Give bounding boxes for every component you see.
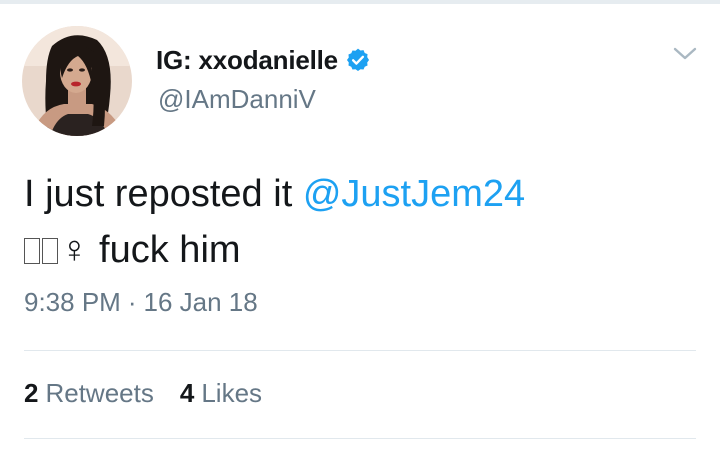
tweet-text-prefix: I just reposted it xyxy=(24,173,303,215)
avatar[interactable] xyxy=(22,26,132,136)
female-sign-emoji: ♀ xyxy=(60,229,89,271)
divider-bottom xyxy=(24,438,696,439)
display-name-row[interactable]: IG: xxodanielle xyxy=(156,42,371,78)
tweet-stats: 2 Retweets 4 Likes xyxy=(24,378,288,409)
mention-link[interactable]: @JustJem24 xyxy=(303,173,525,215)
user-handle[interactable]: @IAmDanniV xyxy=(158,84,316,115)
timestamp-separator: · xyxy=(127,287,137,317)
tweet-date: 16 Jan 18 xyxy=(143,287,258,317)
likes-count: 4 xyxy=(179,378,195,408)
retweets-stat[interactable]: 2 Retweets xyxy=(24,378,154,409)
tweet-text: I just reposted it @JustJem24 ♀ fuck him xyxy=(24,166,694,278)
likes-stat[interactable]: 4 Likes xyxy=(180,378,262,409)
emoji-placeholder-box xyxy=(42,238,58,264)
tweet-time: 9:38 PM xyxy=(24,287,121,317)
tweet-text-rest: fuck him xyxy=(88,229,241,271)
avatar-image xyxy=(22,26,132,136)
chevron-down-icon[interactable] xyxy=(671,44,699,64)
emoji-placeholder-box xyxy=(24,238,40,264)
tweet-timestamp[interactable]: 9:38 PM · 16 Jan 18 xyxy=(24,287,258,318)
top-divider xyxy=(0,0,720,4)
tweet-text-line-2: ♀ fuck him xyxy=(24,222,694,278)
retweets-count: 2 xyxy=(24,378,39,408)
verified-badge-icon xyxy=(345,47,371,73)
display-name[interactable]: IG: xxodanielle xyxy=(156,45,338,76)
retweets-label: Retweets xyxy=(45,378,154,408)
likes-label: Likes xyxy=(201,378,263,408)
divider-top xyxy=(24,350,696,351)
tweet-text-line-1: I just reposted it @JustJem24 xyxy=(24,166,694,222)
